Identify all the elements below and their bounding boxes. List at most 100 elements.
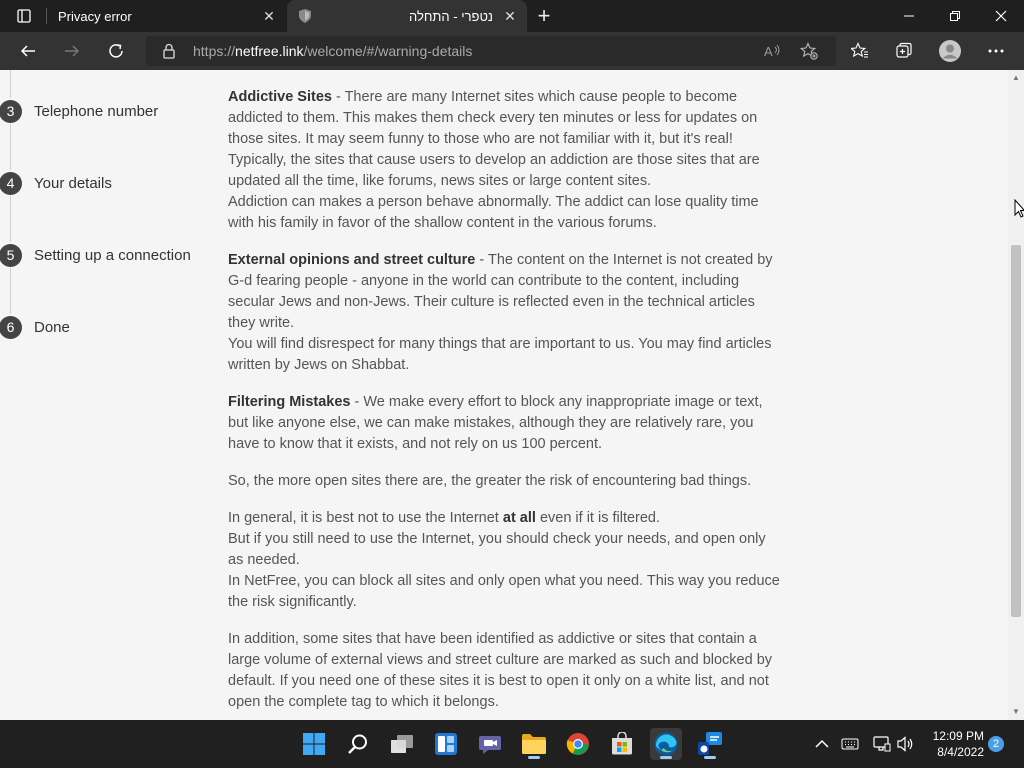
edge-button[interactable] — [650, 728, 682, 760]
new-tab-button[interactable]: + — [532, 3, 556, 28]
paragraph-text: In general, it is best not to use the In… — [228, 510, 503, 526]
system-clock[interactable]: 12:09 PM 8/4/2022 — [922, 728, 984, 760]
settings-menu-button[interactable] — [982, 37, 1010, 65]
collections-icon — [896, 42, 912, 58]
scrollbar-thumb[interactable] — [1011, 245, 1021, 617]
url-text[interactable]: https://netfree.link/welcome/#/warning-d… — [193, 43, 472, 59]
tab-privacy-error[interactable]: Privacy error ✕ — [48, 0, 286, 32]
page-scrollbar[interactable]: ▲ ▼ — [1008, 70, 1024, 720]
step-setting-up-connection[interactable]: 5 Setting up a connection — [0, 242, 191, 268]
emphasis-text: at all — [502, 510, 536, 526]
address-bar[interactable]: https://netfree.link/welcome/#/warning-d… — [146, 36, 836, 66]
scroll-up-icon[interactable]: ▲ — [1012, 73, 1020, 82]
tab-title: Privacy error — [58, 8, 132, 24]
notification-badge[interactable]: 2 — [988, 736, 1004, 752]
step-connector — [10, 124, 11, 170]
paragraph-text: Addiction can makes a person behave abno… — [228, 194, 759, 231]
windows-taskbar: 12:09 PM 8/4/2022 2 — [0, 720, 1024, 768]
back-button[interactable] — [14, 37, 42, 65]
tab-actions-button[interactable] — [6, 4, 42, 28]
close-icon — [995, 10, 1007, 22]
page-content: 3 Telephone number 4 Your details 5 Sett… — [0, 70, 1024, 720]
clock-date: 8/4/2022 — [937, 745, 984, 759]
running-indicator — [704, 756, 716, 759]
step-connector — [10, 268, 11, 314]
widgets-button[interactable] — [430, 728, 462, 760]
minimize-button[interactable] — [886, 0, 932, 32]
star-add-icon — [800, 42, 818, 60]
step-your-details[interactable]: 4 Your details — [0, 170, 112, 196]
scroll-down-icon[interactable]: ▼ — [1012, 707, 1020, 716]
step-label: Done — [34, 318, 70, 336]
teams-chat-button[interactable] — [474, 728, 506, 760]
keyboard-icon — [841, 738, 859, 750]
step-number: 4 — [0, 171, 22, 195]
step-number: 6 — [0, 315, 22, 339]
start-button[interactable] — [298, 728, 330, 760]
edge-icon — [654, 732, 678, 756]
keyboard-button[interactable] — [840, 732, 860, 756]
favorites-button[interactable] — [846, 37, 874, 65]
tab-strip: Privacy error ✕ נטפרי - התחלה ✕ + — [0, 0, 1024, 32]
refresh-button[interactable] — [102, 37, 130, 65]
chrome-button[interactable] — [562, 728, 594, 760]
task-view-button[interactable] — [386, 728, 418, 760]
close-window-button[interactable] — [978, 0, 1024, 32]
step-label: Setting up a connection — [34, 246, 191, 264]
folder-icon — [522, 734, 546, 754]
task-view-icon — [391, 735, 413, 753]
back-arrow-icon — [20, 45, 35, 57]
avatar-icon — [939, 40, 961, 62]
read-aloud-button[interactable]: A — [763, 41, 783, 61]
risk-paragraph: So, the more open sites there are, the g… — [228, 473, 752, 489]
general-advice-paragraph: In general, it is best not to use the In… — [228, 508, 784, 613]
default-blocking-paragraph: In addition, some sites that have been i… — [228, 631, 773, 710]
netfree-favicon-icon — [299, 9, 311, 23]
step-label: Telephone number — [34, 102, 159, 120]
tab-close-icon[interactable]: ✕ — [258, 5, 280, 27]
favorites-icon — [851, 42, 868, 58]
profile-button[interactable] — [936, 37, 964, 65]
step-telephone-number[interactable]: 3 Telephone number — [0, 98, 158, 124]
chat-icon — [479, 736, 501, 754]
step-connector — [10, 196, 11, 242]
chevron-up-icon — [815, 739, 829, 748]
microsoft-store-button[interactable] — [606, 728, 638, 760]
restore-button[interactable] — [932, 0, 978, 32]
paragraph-heading: Addictive Sites — [228, 89, 332, 105]
network-icon — [873, 736, 891, 752]
file-explorer-button[interactable] — [518, 728, 550, 760]
url-prefix: https:// — [193, 43, 236, 59]
lock-icon[interactable] — [162, 43, 176, 59]
clock-time: 12:09 PM — [932, 729, 984, 743]
speaker-icon — [897, 736, 913, 752]
step-connector — [10, 70, 11, 98]
forward-button[interactable] — [58, 37, 86, 65]
refresh-icon — [109, 44, 123, 58]
show-hidden-icons-button[interactable] — [812, 732, 832, 756]
add-favorite-button[interactable] — [799, 41, 819, 61]
paragraph-text: But if you still need to use the Interne… — [228, 531, 766, 568]
paragraph-text: You will find disrespect for many things… — [228, 336, 772, 373]
addictive-sites-paragraph: Addictive Sites - There are many Interne… — [228, 87, 784, 234]
running-indicator — [528, 756, 540, 759]
running-indicator — [660, 756, 672, 759]
network-button[interactable] — [872, 732, 892, 756]
step-number: 5 — [0, 243, 22, 267]
app-icon — [698, 732, 722, 755]
paragraph-heading: Filtering Mistakes — [228, 394, 351, 410]
step-done[interactable]: 6 Done — [0, 314, 70, 340]
search-button[interactable] — [342, 728, 374, 760]
app-button[interactable] — [694, 728, 726, 760]
step-label: Your details — [34, 174, 112, 192]
forward-arrow-icon — [65, 45, 80, 57]
collections-button[interactable] — [890, 37, 918, 65]
paragraph-heading: External opinions and street culture — [228, 252, 476, 268]
url-domain: netfree.link — [235, 43, 304, 59]
tab-netfree[interactable]: נטפרי - התחלה ✕ — [287, 0, 527, 32]
volume-button[interactable] — [896, 732, 916, 756]
paragraph-text: In NetFree, you can block all sites and … — [228, 573, 780, 610]
navigation-bar: https://netfree.link/welcome/#/warning-d… — [0, 32, 1024, 70]
tab-close-icon[interactable]: ✕ — [499, 5, 521, 27]
more-options-icon — [988, 49, 1004, 53]
